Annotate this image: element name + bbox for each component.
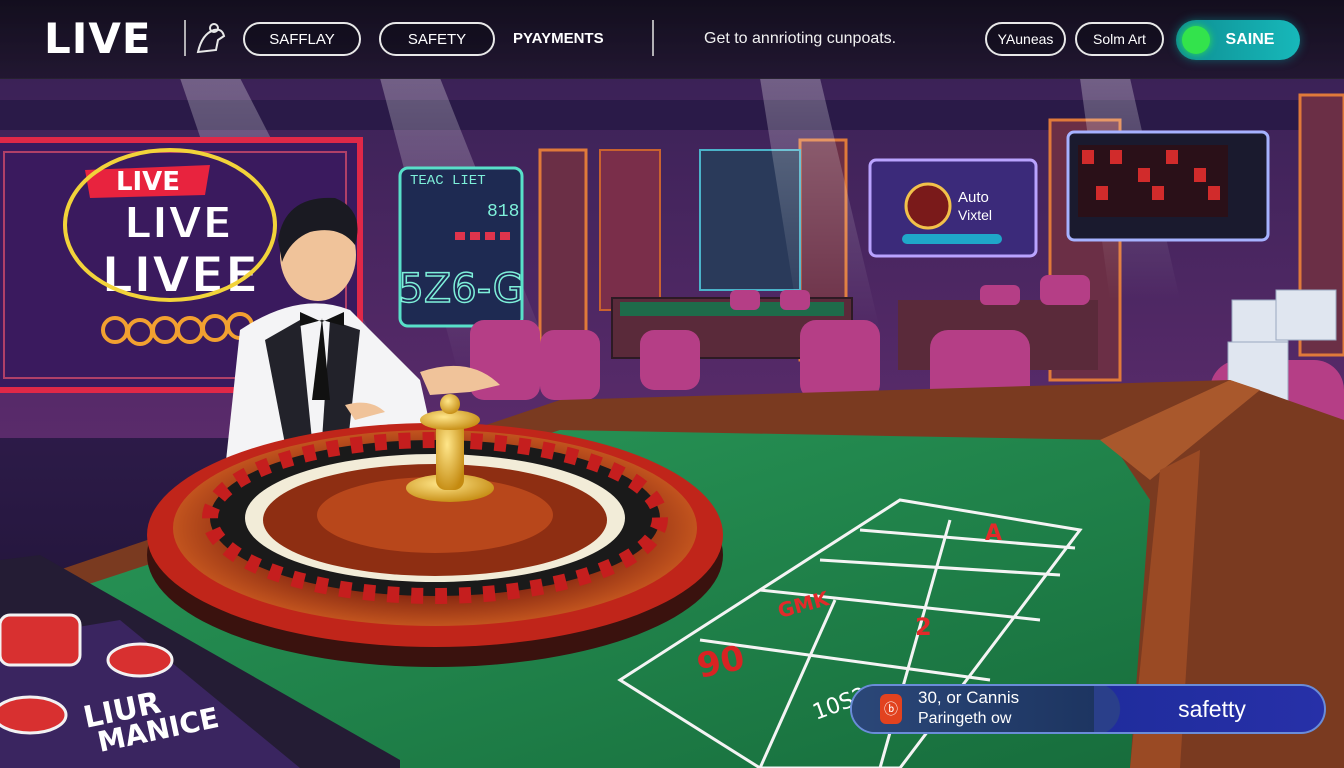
bet-info-line-1: 30, or Cannis: [918, 688, 1020, 707]
neon-line-3: LIVEE: [101, 246, 258, 304]
info-board: TEAC LIET 818 5Z6-G: [398, 166, 524, 328]
saine-toggle-button[interactable]: SAINE: [1176, 20, 1300, 60]
nav-divider: [652, 20, 654, 56]
safetty-button[interactable]: safetty: [1096, 686, 1324, 732]
chip-icon: ⓑ: [880, 694, 902, 724]
board-title: TEAC LIET: [410, 173, 486, 189]
saine-label: SAINE: [1225, 31, 1275, 48]
board-big-text: 5Z6-G: [398, 266, 523, 312]
status-dot-icon: [1182, 26, 1210, 54]
monitor-line-1: Auto: [958, 189, 989, 206]
solm-art-button[interactable]: Solm Art: [1075, 22, 1164, 56]
live-logo[interactable]: LIVE: [44, 14, 152, 63]
neon-line-1: LIVE: [116, 167, 180, 197]
dealer-figure-icon: [196, 23, 226, 54]
nav-saffplay-button[interactable]: SAFFLAY: [243, 22, 361, 56]
nav-divider: [184, 20, 186, 56]
top-nav-bar: LIVE SAFFLAY SAFETY PYAYMENTS Get to ann…: [0, 0, 1344, 79]
layout-label-a: A: [985, 521, 1002, 546]
auto-wheel-monitor: Auto Vixtel: [868, 158, 1038, 258]
bet-info-line-2: Paringeth ow: [918, 710, 1012, 727]
neon-line-2: LIVE: [124, 198, 233, 249]
casino-scene: LIVE LIVE LIVEE TEAC LIET 818 5Z6-G Auto…: [0, 78, 1344, 768]
bottom-status-bar: ⓑ 30, or Cannis Paringeth ow safetty: [850, 684, 1326, 734]
nav-safety-button[interactable]: SAFETY: [379, 22, 495, 56]
monitor-line-2: Vixtel: [958, 207, 992, 223]
promo-text: Get to annrioting cunpoats.: [704, 30, 897, 47]
nav-payments-link[interactable]: PYAYMENTS: [513, 30, 604, 47]
layout-label-cell: 2: [915, 613, 932, 641]
yauneas-button[interactable]: YAuneas: [985, 22, 1066, 56]
board-number: 818: [487, 202, 519, 222]
roulette-board-monitor: [1066, 130, 1270, 242]
